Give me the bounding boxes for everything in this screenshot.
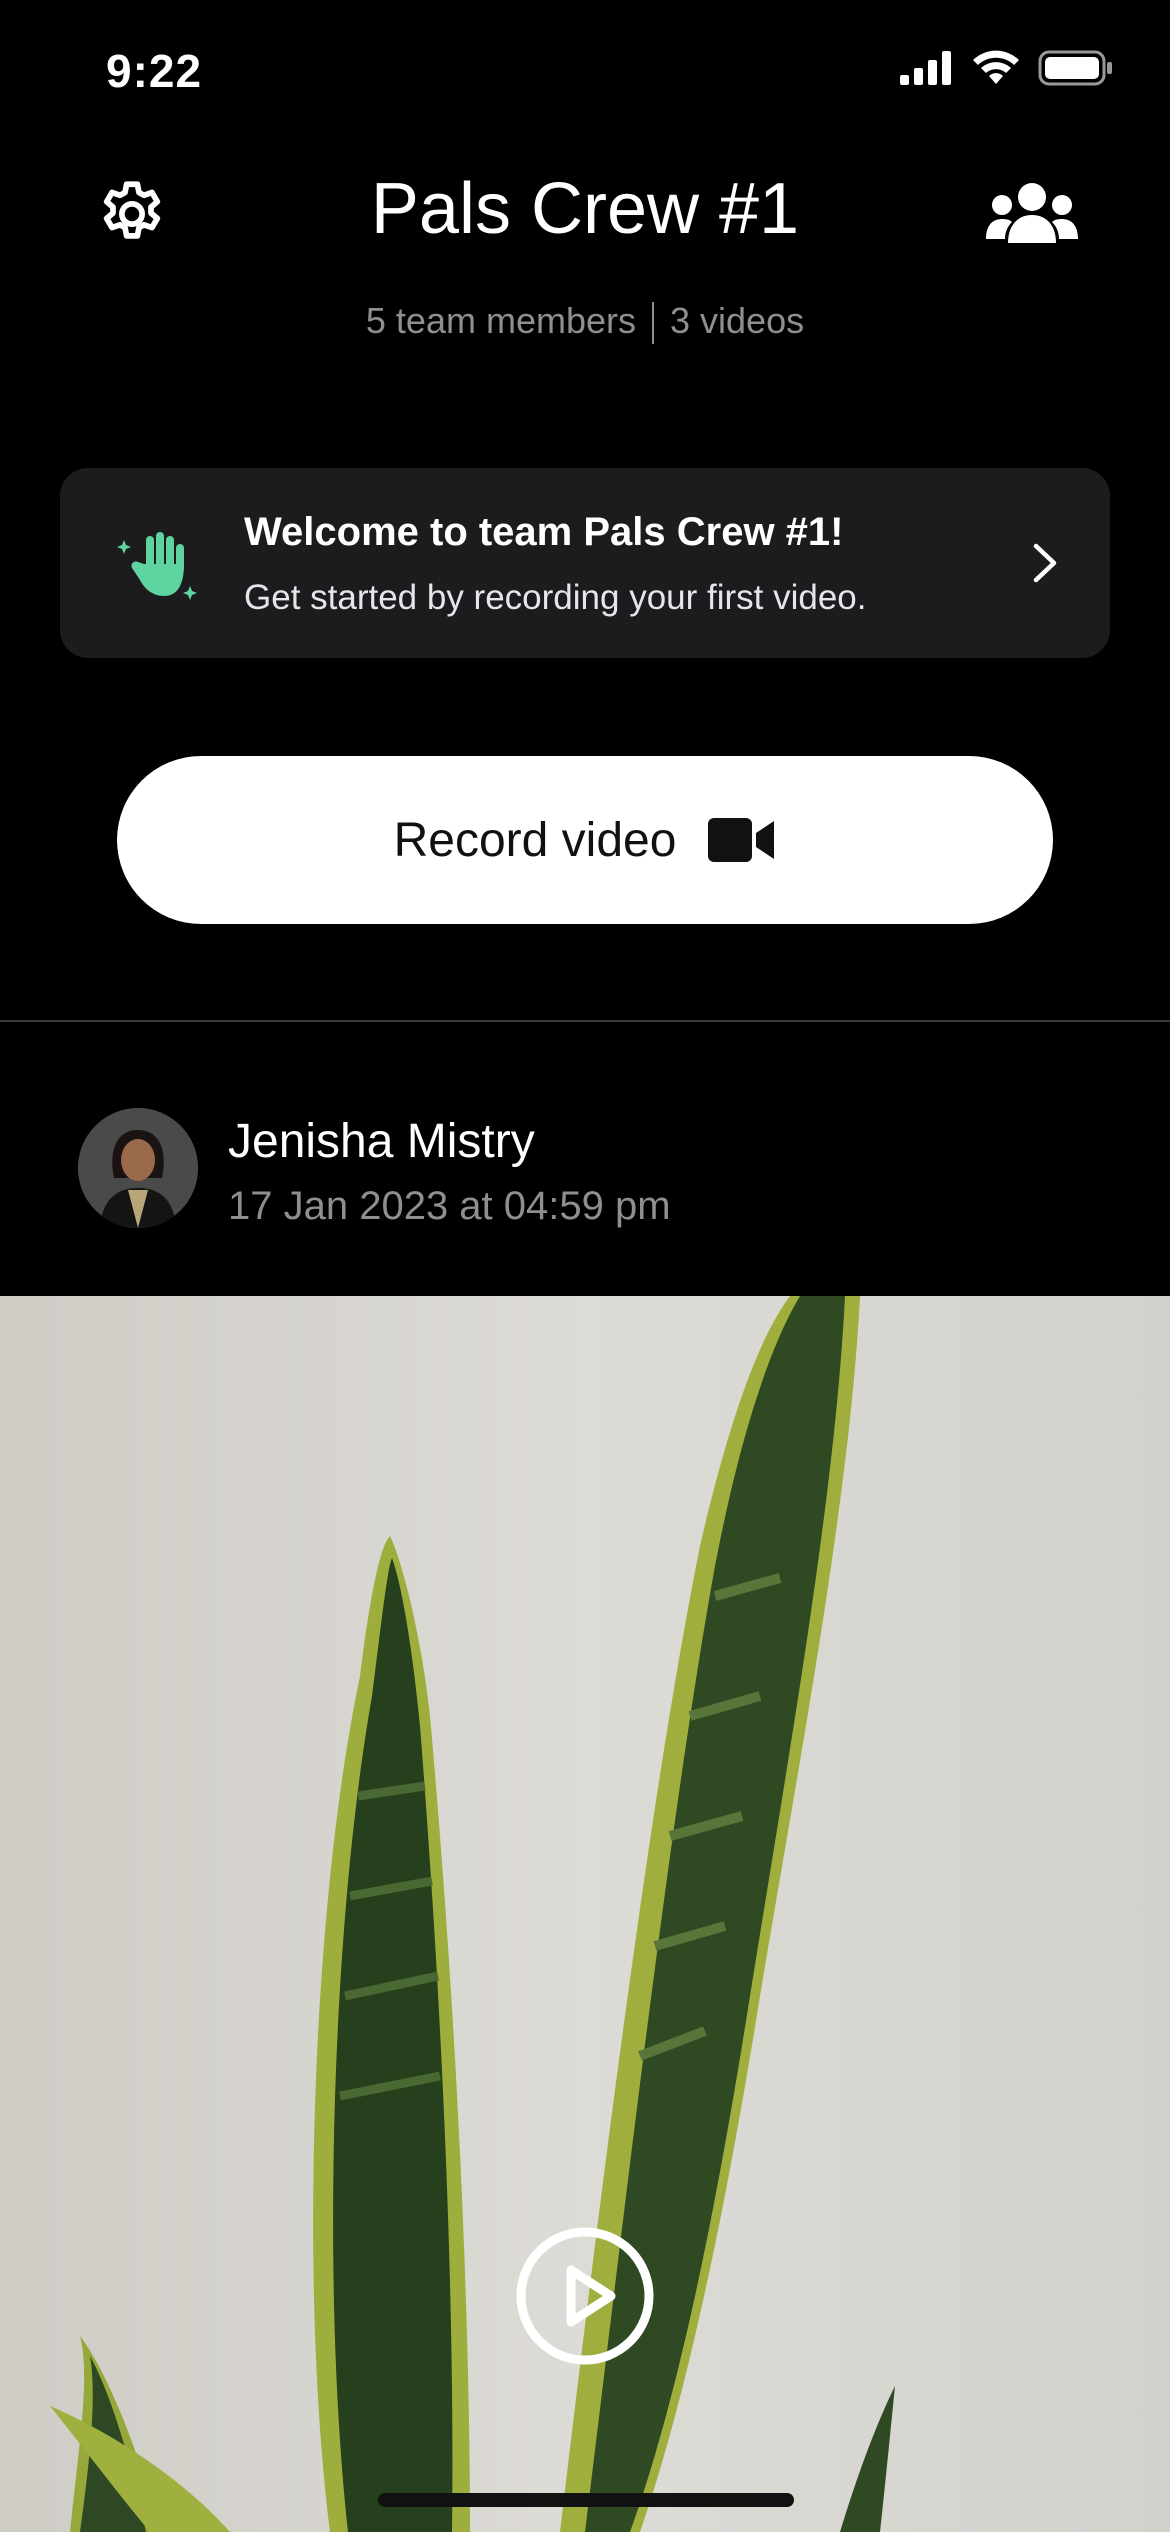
- members-count: 5 team members: [365, 300, 636, 341]
- record-video-label: Record video: [393, 813, 677, 867]
- welcome-title: Welcome to team Pals Crew #1!: [244, 510, 844, 554]
- wifi-icon: [973, 50, 1019, 84]
- record-video-button[interactable]: Record video: [117, 756, 1053, 924]
- avatar[interactable]: [78, 1108, 198, 1228]
- stats-divider: [652, 302, 654, 345]
- team-members-icon: [986, 183, 1078, 243]
- home-indicator[interactable]: [378, 2493, 794, 2507]
- video-camera-icon: [708, 818, 775, 862]
- play-icon[interactable]: [515, 2226, 655, 2366]
- welcome-card[interactable]: Welcome to team Pals Crew #1! Get starte…: [60, 468, 1110, 658]
- waving-hand-sparkle-icon: [117, 532, 197, 600]
- chevron-right-icon: [1033, 543, 1057, 583]
- avatar-portrait: [78, 1108, 198, 1228]
- post-date: 17 Jan 2023 at 04:59 pm: [228, 1184, 671, 1228]
- team-header: Pals Crew #1 5 team members 3 videos: [0, 150, 1170, 410]
- status-time: 9:22: [106, 45, 203, 97]
- welcome-text: Get started by recording your first vide…: [244, 578, 867, 617]
- cellular-signal-icon: [900, 51, 951, 85]
- author-name: Jenisha Mistry: [228, 1115, 535, 1168]
- video-post-header: Jenisha Mistry 17 Jan 2023 at 04:59 pm: [0, 1022, 1170, 1296]
- team-members-button[interactable]: [984, 172, 1080, 256]
- battery-icon: [1038, 50, 1112, 86]
- videos-count: 3 videos: [670, 300, 805, 341]
- status-bar: 9:22: [0, 0, 1170, 150]
- team-stats: 5 team members 3 videos: [0, 300, 1170, 345]
- video-thumbnail[interactable]: [0, 1296, 1170, 2532]
- status-icons: [900, 50, 1114, 86]
